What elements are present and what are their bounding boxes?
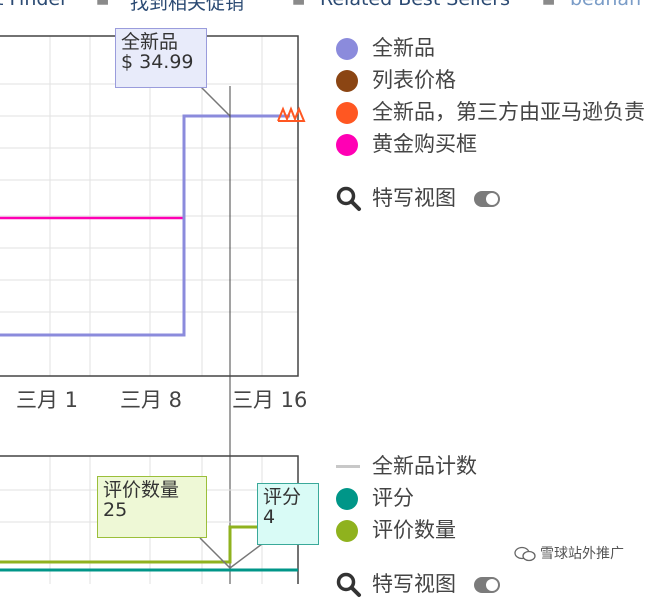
legend-label: 评分 [372, 486, 414, 510]
series-new-line [0, 114, 290, 337]
legend-label: 列表价格 [372, 68, 456, 92]
watermark-text: 雪球站外推广 [540, 546, 624, 562]
x-tick-label: 三月 1 [16, 388, 79, 412]
legend-label: 评价数量 [372, 518, 456, 542]
tooltip-pointer [229, 543, 263, 569]
tooltip-title: 评分 [263, 486, 302, 508]
legend-swatch [336, 102, 358, 124]
x-tick-label: 三月 8 [120, 388, 183, 412]
review-count-tooltip: 评价数量 25 [97, 476, 207, 538]
price-tooltip: 全新品 $ 34.99 [115, 28, 207, 88]
x-tick-label: 三月 16 [232, 388, 308, 412]
legend-swatch [336, 488, 358, 510]
tooltip-value: 25 [103, 499, 128, 521]
watermark: 雪球站外推广 [514, 543, 624, 563]
tooltip-value: $ 34.99 [121, 51, 194, 73]
toggle-switch[interactable] [474, 577, 500, 593]
search-icon [336, 186, 361, 211]
legend-label: 全新品 [372, 36, 435, 60]
rating-tooltip: 评分 4 [257, 483, 319, 545]
legend-label: 全新品计数 [372, 454, 477, 478]
toggle-switch[interactable] [474, 191, 500, 207]
legend-swatch [336, 134, 358, 156]
tooltip-title: 评价数量 [103, 479, 180, 501]
search-icon [336, 572, 361, 597]
legend-label: 黄金购买框 [372, 132, 477, 156]
legend-swatch [336, 520, 358, 542]
zoom-label: 特写视图 [372, 186, 456, 210]
legend-swatch [336, 70, 358, 92]
toggle-knob [486, 579, 498, 591]
toggle-knob [486, 193, 498, 205]
legend-swatch [336, 465, 360, 468]
zoom-label: 特写视图 [372, 572, 456, 596]
legend-swatch [336, 38, 358, 60]
tooltip-title: 全新品 [121, 31, 179, 53]
tooltip-value: 4 [263, 506, 276, 528]
chat-icon [514, 546, 536, 562]
legend-label: 全新品，第三方由亚马逊负责 [372, 100, 645, 124]
tooltip-pointer [199, 85, 231, 117]
